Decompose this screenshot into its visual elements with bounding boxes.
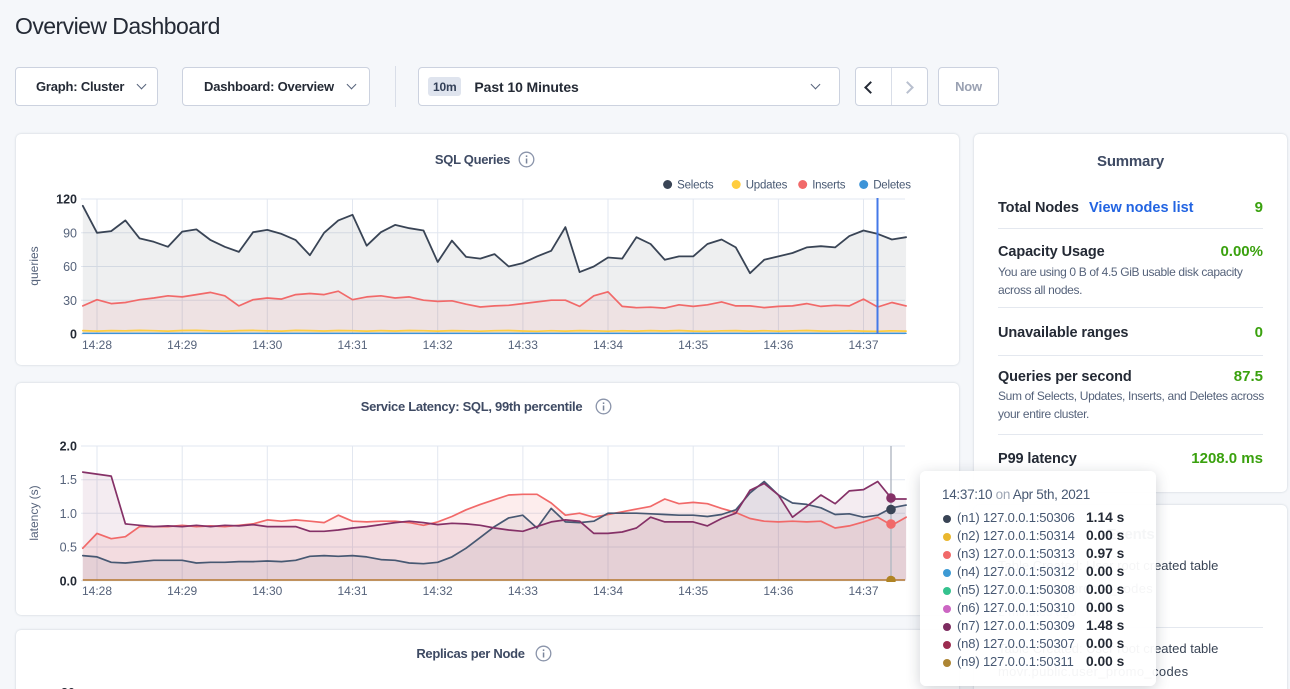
svg-text:Selects: Selects: [677, 180, 714, 192]
svg-text:14:35: 14:35: [678, 584, 708, 598]
svg-text:1.0: 1.0: [60, 507, 77, 521]
svg-text:14:34: 14:34: [593, 338, 623, 352]
svg-text:queries: queries: [27, 246, 41, 285]
svg-text:0.5: 0.5: [60, 541, 77, 555]
svg-text:14:32: 14:32: [423, 584, 453, 598]
svg-text:14:33: 14:33: [508, 584, 538, 598]
svg-text:latency (s): latency (s): [27, 485, 41, 540]
svg-text:14:37: 14:37: [848, 584, 878, 598]
svg-text:30: 30: [63, 294, 77, 308]
svg-text:14:28: 14:28: [82, 338, 112, 352]
svg-text:120: 120: [56, 193, 77, 207]
svg-text:14:36: 14:36: [763, 338, 793, 352]
svg-text:14:29: 14:29: [167, 338, 197, 352]
svg-text:14:33: 14:33: [508, 338, 538, 352]
svg-text:14:28: 14:28: [82, 584, 112, 598]
svg-text:0: 0: [70, 328, 77, 342]
svg-text:14:32: 14:32: [423, 338, 453, 352]
svg-text:0.0: 0.0: [60, 574, 77, 588]
svg-text:60: 60: [63, 260, 77, 274]
svg-text:14:29: 14:29: [167, 584, 197, 598]
svg-text:14:35: 14:35: [678, 338, 708, 352]
svg-text:Updates: Updates: [746, 180, 788, 192]
svg-text:2.0: 2.0: [60, 440, 77, 454]
svg-text:Inserts: Inserts: [812, 180, 846, 192]
svg-text:14:31: 14:31: [337, 338, 367, 352]
svg-text:14:31: 14:31: [337, 584, 367, 598]
svg-text:14:36: 14:36: [763, 584, 793, 598]
svg-text:1.5: 1.5: [60, 473, 77, 487]
svg-text:14:30: 14:30: [252, 338, 282, 352]
svg-text:14:30: 14:30: [252, 584, 282, 598]
svg-text:90: 90: [63, 226, 77, 240]
svg-text:14:34: 14:34: [593, 584, 623, 598]
svg-text:14:37: 14:37: [848, 338, 878, 352]
svg-text:Deletes: Deletes: [873, 180, 911, 192]
